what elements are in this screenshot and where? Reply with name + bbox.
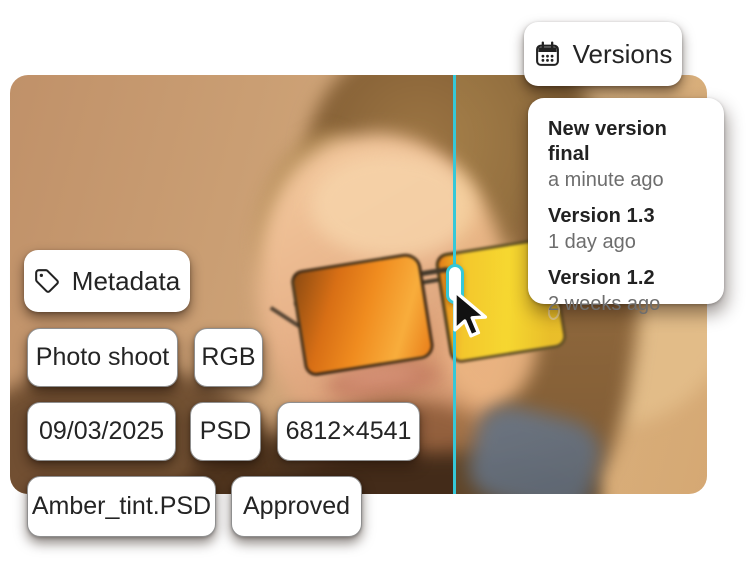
versions-panel: New version final a minute ago Version 1… xyxy=(528,98,724,304)
versions-button-label: Versions xyxy=(573,39,673,70)
asset-preview-screen: Versions New version final a minute ago … xyxy=(0,0,750,563)
metadata-chip-filetype: PSD xyxy=(190,402,261,461)
version-title: New version final xyxy=(548,117,710,167)
chip-label: RGB xyxy=(201,343,255,372)
arrow-cursor xyxy=(451,289,497,346)
calendar-icon xyxy=(534,41,561,68)
chip-label: Photo shoot xyxy=(36,343,169,372)
versions-button[interactable]: Versions xyxy=(524,22,682,86)
chip-label: Amber_tint.PSD xyxy=(32,492,211,521)
chip-label: Approved xyxy=(243,492,350,521)
version-list-item[interactable]: New version final a minute ago xyxy=(548,117,710,193)
version-time: 1 day ago xyxy=(548,229,710,255)
metadata-chip-dimensions: 6812×4541 xyxy=(277,402,420,461)
version-time: 2 weeks ago xyxy=(548,291,710,317)
chip-label: 09/03/2025 xyxy=(39,417,164,446)
metadata-button-label: Metadata xyxy=(72,266,180,297)
version-time: a minute ago xyxy=(548,167,710,193)
version-list-item[interactable]: Version 1.2 2 weeks ago xyxy=(548,266,710,317)
metadata-button[interactable]: Metadata xyxy=(24,250,190,312)
chip-label: PSD xyxy=(200,417,251,446)
metadata-chip-status: Approved xyxy=(231,476,362,537)
version-title: Version 1.2 xyxy=(548,266,710,291)
metadata-chip-filename: Amber_tint.PSD xyxy=(27,476,216,537)
version-title: Version 1.3 xyxy=(548,204,710,229)
tag-icon xyxy=(34,268,60,294)
version-list-item[interactable]: Version 1.3 1 day ago xyxy=(548,204,710,255)
metadata-chip-category: Photo shoot xyxy=(27,328,178,387)
chip-label: 6812×4541 xyxy=(286,417,412,446)
metadata-chip-date: 09/03/2025 xyxy=(27,402,176,461)
metadata-chip-colorspace: RGB xyxy=(194,328,263,387)
